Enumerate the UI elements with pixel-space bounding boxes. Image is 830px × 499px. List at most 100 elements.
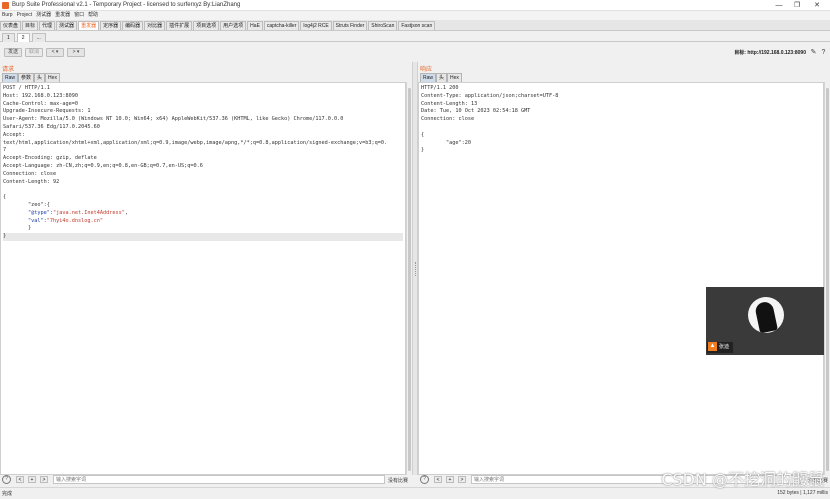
request-title: 请求 xyxy=(2,67,15,73)
tab-decoder[interactable]: 编码器 xyxy=(122,21,144,30)
tab-project-options[interactable]: 项目选项 xyxy=(193,21,220,30)
request-json-line: "val":"7hyi4o.dnslog.cn" xyxy=(28,217,103,224)
divider-grip[interactable] xyxy=(415,262,416,276)
tab-user-options[interactable]: 用户选项 xyxy=(220,21,247,30)
response-tab-raw[interactable]: Raw xyxy=(420,73,437,82)
video-call-overlay[interactable]: ▲ 张迪 xyxy=(706,287,824,355)
edit-target-icon[interactable]: ✎ xyxy=(809,48,818,57)
tab-log4j2-rce[interactable]: log4j2 RCE xyxy=(300,21,332,30)
request-tab-headers[interactable]: 头 xyxy=(34,73,46,82)
tab-target[interactable]: 目标 xyxy=(22,21,39,30)
request-search-add-button[interactable]: + xyxy=(28,476,36,483)
burp-logo-icon xyxy=(2,2,9,9)
request-body[interactable]: POST / HTTP/1.1 Host: 192.168.0.123:8090 C… xyxy=(1,83,405,243)
response-search-next-button[interactable]: > xyxy=(458,476,466,483)
tab-sequencer[interactable]: 定序器 xyxy=(100,21,122,30)
request-search-bar: ? < + > xyxy=(0,475,412,485)
menu-project[interactable]: Project xyxy=(15,11,35,20)
participant-name: 张迪 xyxy=(719,344,730,350)
request-search-input[interactable] xyxy=(53,475,385,484)
request-line: POST / HTTP/1.1 xyxy=(3,85,50,91)
request-line: User-Agent: Mozilla/5.0 (Windows NT 10.0… xyxy=(3,116,344,123)
response-scrollbar[interactable] xyxy=(824,82,830,475)
repeater-tabs: 1 2... xyxy=(0,32,830,42)
tab-comparer[interactable]: 对比器 xyxy=(144,21,166,30)
cancel-button[interactable]: 取消 xyxy=(25,48,43,57)
request-tab-params[interactable]: 参数 xyxy=(18,73,35,82)
request-line: Content-Length: 92 xyxy=(3,178,60,185)
status-text: 完成 xyxy=(2,491,13,497)
request-search-next-button[interactable]: > xyxy=(40,476,48,483)
participant-avatar xyxy=(748,297,784,333)
request-line: Accept-Encoding: gzip, deflate xyxy=(3,155,97,162)
response-tab-headers[interactable]: 头 xyxy=(436,73,448,82)
response-body[interactable]: HTTP/1.1 200 Content-Type: application/js… xyxy=(419,83,823,157)
tab-shiroscan[interactable]: ShiroScan xyxy=(368,21,398,30)
tab-captcha-killer[interactable]: captcha-killer xyxy=(263,21,300,30)
request-line: Accept: xyxy=(3,131,25,138)
response-view-tabs: Raw 头 Hex xyxy=(420,73,462,82)
avatar-silhouette xyxy=(754,300,778,333)
response-line: "age":20 xyxy=(421,139,471,146)
send-button[interactable]: 发送 xyxy=(4,48,22,57)
window-title: Burp Suite Professional v2.1 - Temporary… xyxy=(12,2,241,8)
request-line: Safari/537.36 Edg/117.0.2045.60 xyxy=(3,123,100,130)
tab-fastjson-scan[interactable]: Fastjson scan xyxy=(398,21,436,30)
request-scroll-thumb[interactable] xyxy=(408,88,411,471)
target-label: 目标: http://192.168.0.123:8090 xyxy=(734,50,806,56)
tab-struts-finder[interactable]: Struts Finder xyxy=(332,21,368,30)
repeater-tab-1[interactable]: 1 xyxy=(2,33,15,42)
menu-intruder[interactable]: 测试器 xyxy=(34,11,53,20)
request-json-line: "@type":"java.net.Inet4Address", xyxy=(28,209,128,216)
back-button[interactable]: < ▾ xyxy=(46,48,64,57)
menu-window[interactable]: 窗口 xyxy=(72,11,86,20)
response-line xyxy=(421,124,821,132)
response-search-help-icon[interactable]: ? xyxy=(420,475,429,484)
response-pane: 响应 Raw 头 Hex HTTP/1.1 200 Content-Type: app… xyxy=(418,62,830,475)
tab-repeater[interactable]: 重发器 xyxy=(78,21,100,30)
participant-name-tag: ▲ 张迪 xyxy=(707,342,734,353)
repeater-controls: 发送 取消 < ▾ > ▾ 目标: http://192.168.0.123:8… xyxy=(0,46,830,60)
response-tab-hex[interactable]: Hex xyxy=(447,73,462,82)
response-line: Connection: close xyxy=(421,116,475,123)
response-editor[interactable]: HTTP/1.1 200 Content-Type: application/js… xyxy=(418,82,824,475)
tab-hae[interactable]: HaE xyxy=(247,21,263,30)
response-line: Date: Tue, 10 Oct 2023 02:54:18 GMT xyxy=(421,108,531,115)
request-tab-raw[interactable]: Raw xyxy=(2,73,19,82)
help-icon[interactable]: ? xyxy=(819,48,828,57)
tool-tabs: 仪表盘 目标 代理 测试器 重发器 定序器 编码器 对比器 插件扩展 项目选项 用户选项 HaE cap… xyxy=(0,20,830,31)
menu-repeater[interactable]: 重发器 xyxy=(53,11,72,20)
tab-intruder[interactable]: 测试器 xyxy=(56,21,78,30)
request-line: Accept-Language: zh-CN,zh;q=0.9,en;q=0.8… xyxy=(3,162,203,169)
request-editor[interactable]: POST / HTTP/1.1 Host: 192.168.0.123:8090 C… xyxy=(0,82,406,475)
repeater-tab-new[interactable]: ... xyxy=(31,33,46,42)
maximize-icon[interactable]: ❐ xyxy=(788,1,806,10)
menu-help[interactable]: 帮助 xyxy=(86,11,100,20)
request-line: Cache-Control: max-age=0 xyxy=(3,100,78,107)
menu-burp[interactable]: Burp xyxy=(0,11,15,20)
request-pane: 请求 Raw 参数头 Hex POST / HTTP/1.1 Host: 192.16… xyxy=(0,62,412,475)
request-search-help-icon[interactable]: ? xyxy=(2,475,11,484)
request-line: Host: 192.168.0.123:8090 xyxy=(3,92,78,99)
tab-extender[interactable]: 插件扩展 xyxy=(166,21,193,30)
speaker-icon: ▲ xyxy=(708,342,717,352)
request-view-tabs: Raw 参数头 Hex xyxy=(2,73,60,82)
response-search-add-button[interactable]: + xyxy=(446,476,454,483)
response-search-prev-button[interactable]: < xyxy=(434,476,442,483)
tab-dashboard[interactable]: 仪表盘 xyxy=(0,21,22,30)
repeater-tab-2[interactable]: 2 xyxy=(16,33,30,42)
request-json-line: { xyxy=(3,194,7,201)
response-title: 响应 xyxy=(420,67,433,73)
response-line: Content-Type: application/json;charset=U… xyxy=(421,92,559,99)
request-line: 7 xyxy=(3,147,7,154)
request-search-prev-button[interactable]: < xyxy=(16,476,24,483)
minimize-icon[interactable]: — xyxy=(770,1,788,10)
response-scroll-thumb[interactable] xyxy=(826,88,829,471)
close-icon[interactable]: ✕ xyxy=(808,1,826,10)
request-tab-hex[interactable]: Hex xyxy=(45,73,60,82)
tab-proxy[interactable]: 代理 xyxy=(39,21,56,30)
forward-button[interactable]: > ▾ xyxy=(67,48,85,57)
request-line: Upgrade-Insecure-Requests: 1 xyxy=(3,108,91,115)
request-json-line: } xyxy=(3,225,32,232)
response-line: { xyxy=(421,131,425,138)
